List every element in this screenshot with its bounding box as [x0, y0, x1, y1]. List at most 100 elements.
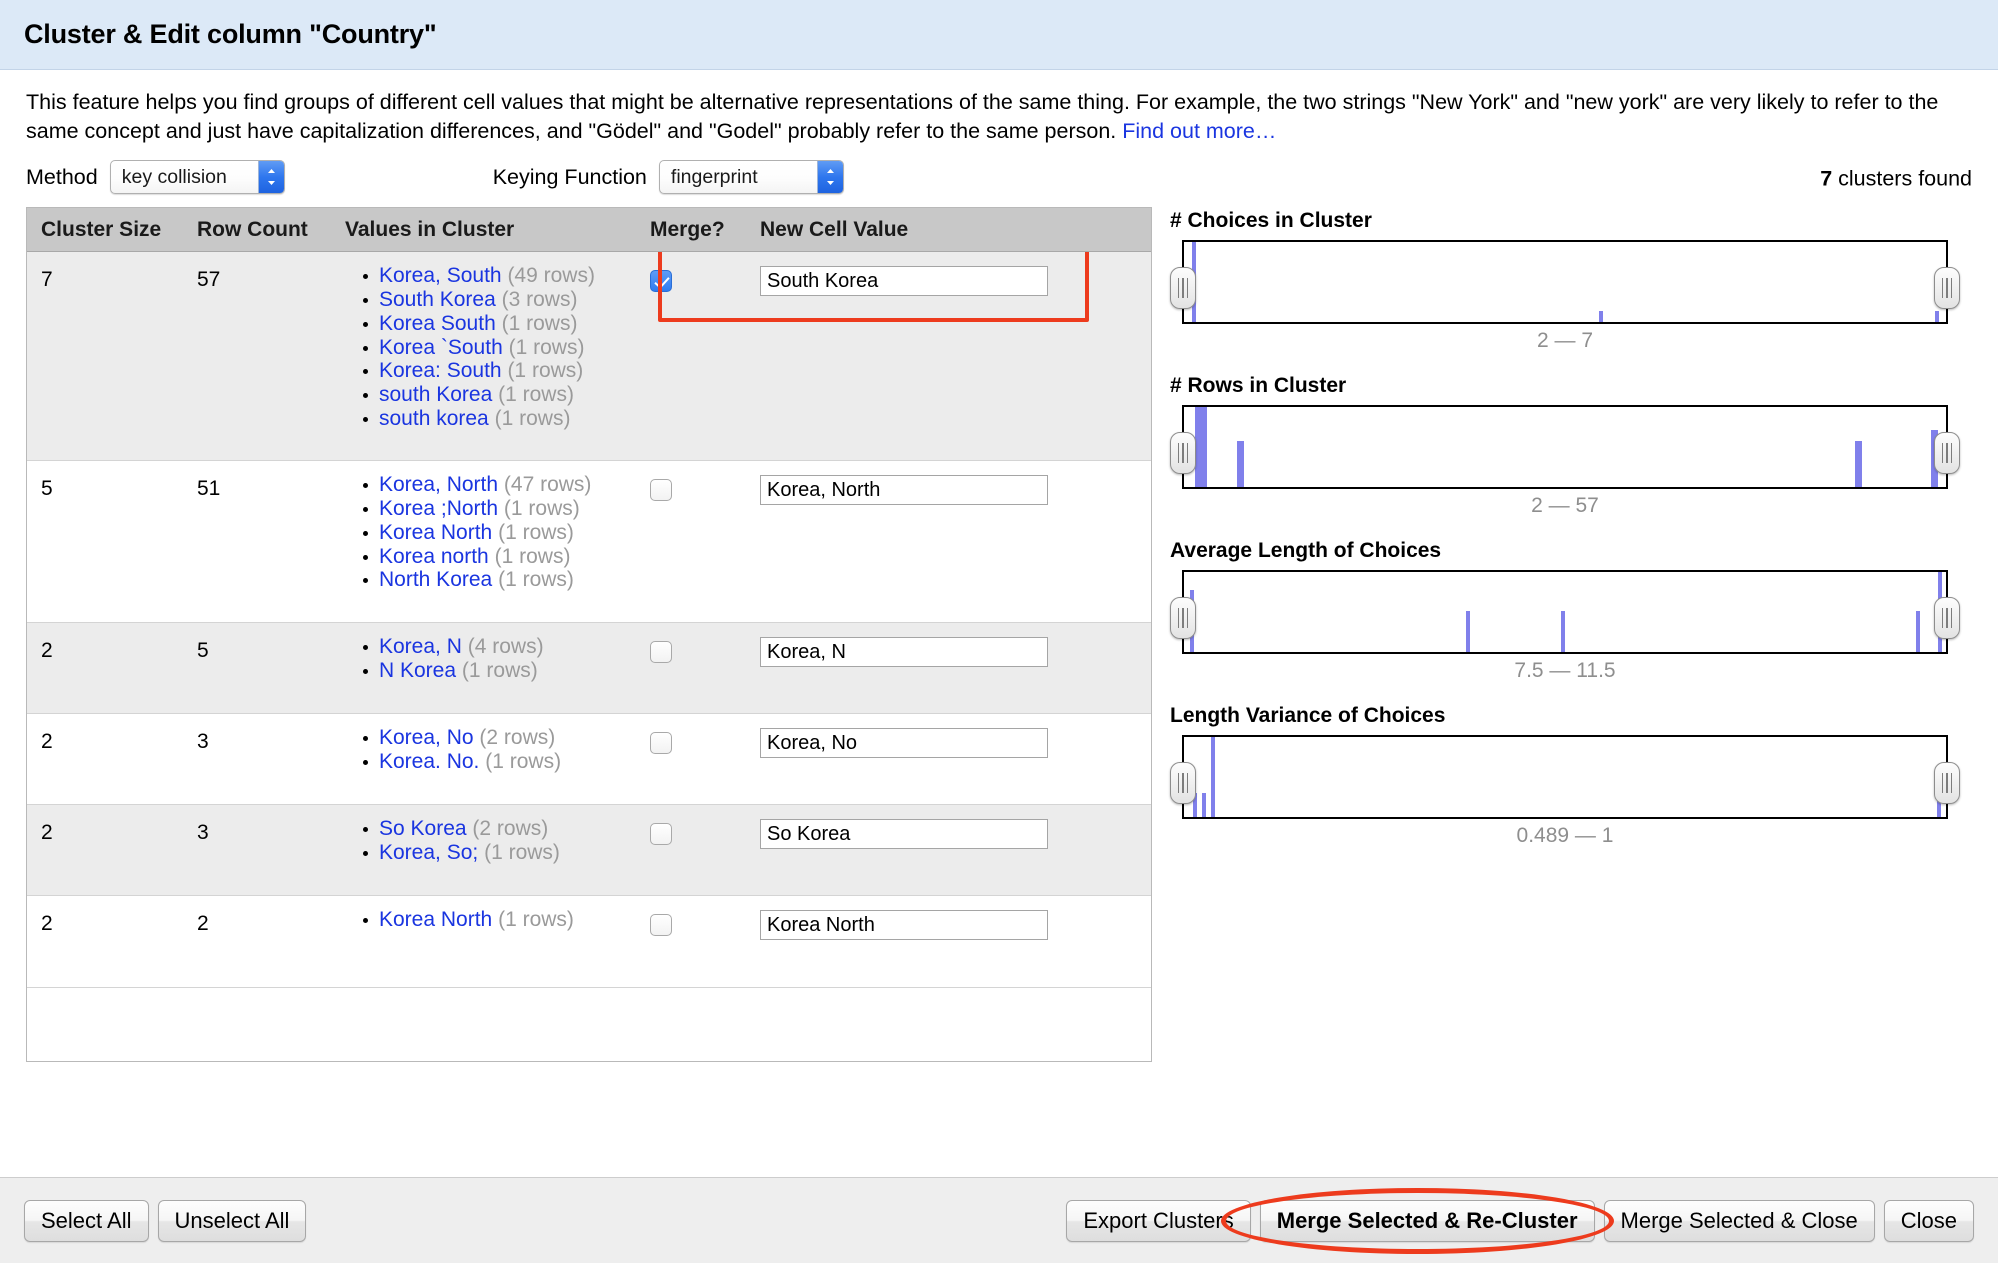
merge-checkbox[interactable] — [650, 732, 672, 755]
cluster-value-item[interactable]: Korea. No. (1 rows) — [363, 750, 650, 774]
cluster-value-row-count: (1 rows) — [498, 383, 574, 407]
range-slider-handle-left[interactable] — [1170, 267, 1196, 310]
cluster-value-row-count: (1 rows) — [501, 311, 578, 335]
merge-selected-close-button[interactable]: Merge Selected & Close — [1603, 1199, 1875, 1242]
cluster-value[interactable]: South Korea — [379, 288, 496, 311]
clusters-found-status: 7 clusters found — [1820, 167, 1972, 192]
range-slider-handle-right[interactable] — [1934, 597, 1960, 640]
cluster-value[interactable]: Korea, N — [379, 635, 462, 658]
cluster-value[interactable]: Korea North — [379, 521, 492, 544]
facets-panel: # Choices in Cluster 2 — 7 # Rows in Clust… — [1170, 207, 1960, 1062]
cluster-value-item[interactable]: Korea ;North (1 rows) — [363, 497, 650, 521]
histogram-bar — [1915, 610, 1920, 653]
method-label: Method — [26, 164, 98, 189]
cluster-value-row-count: (1 rows) — [494, 544, 571, 568]
dialog-title-bar: Cluster & Edit column "Country" — [0, 0, 1998, 70]
cluster-value-item[interactable]: south korea (1 rows) — [363, 407, 650, 431]
cell-new-cell-value — [760, 714, 1151, 804]
range-slider-handle-right[interactable] — [1934, 432, 1960, 475]
range-slider-handle-left[interactable] — [1170, 597, 1196, 640]
cluster-value[interactable]: Korea, South — [379, 264, 502, 287]
facet-title: # Choices in Cluster — [1170, 209, 1372, 233]
facet-title: # Rows in Cluster — [1170, 374, 1347, 398]
merge-checkbox[interactable] — [650, 914, 672, 937]
cluster-value-item[interactable]: Korea, South (49 rows) — [363, 264, 650, 288]
new-cell-value-input[interactable] — [760, 910, 1048, 941]
new-cell-value-input[interactable] — [760, 819, 1048, 850]
cluster-value[interactable]: North Korea — [379, 568, 492, 591]
cluster-value[interactable]: Korea ;North — [379, 497, 498, 520]
facet-histogram — [1170, 735, 1960, 820]
cluster-value-item[interactable]: Korea, No (2 rows) — [363, 726, 650, 750]
cluster-value-item[interactable]: Korea, So; (1 rows) — [363, 841, 650, 865]
cluster-value-item[interactable]: Korea: South (1 rows) — [363, 359, 650, 383]
new-cell-value-input[interactable] — [760, 637, 1048, 668]
cluster-value-item[interactable]: Korea North (1 rows) — [363, 521, 650, 545]
cluster-value-item[interactable]: South Korea (3 rows) — [363, 288, 650, 312]
cluster-value[interactable]: south Korea — [379, 383, 492, 406]
cluster-value[interactable]: Korea, North — [379, 473, 498, 496]
merge-selected-recluster-button[interactable]: Merge Selected & Re-Cluster — [1259, 1199, 1595, 1242]
cluster-value[interactable]: Korea South — [379, 312, 496, 335]
cluster-value[interactable]: Korea `South — [379, 336, 503, 359]
table-row: 5 51 Korea, North (47 rows) Korea ;North (1… — [27, 461, 1151, 624]
cluster-value[interactable]: Korea north — [379, 545, 489, 568]
cell-cluster-size: 2 — [41, 821, 53, 845]
merge-checkbox[interactable] — [650, 270, 672, 293]
description-text: This feature helps you find groups of di… — [26, 90, 1939, 143]
range-slider-handle-left[interactable] — [1170, 432, 1196, 475]
cluster-value-item[interactable]: Korea, North (47 rows) — [363, 473, 650, 497]
facet-title: Length Variance of Choices — [1170, 704, 1446, 728]
method-select[interactable]: key collision — [109, 160, 285, 195]
select-all-button[interactable]: Select All — [24, 1199, 149, 1242]
facet-range-label: 2 — 57 — [1531, 494, 1599, 518]
chevron-updown-icon — [257, 161, 284, 194]
merge-checkbox[interactable] — [650, 479, 672, 502]
cluster-value-item[interactable]: North Korea (1 rows) — [363, 568, 650, 592]
cluster-value[interactable]: Korea. No. — [379, 750, 479, 773]
cluster-value[interactable]: south korea — [379, 407, 489, 430]
cluster-value-item[interactable]: south Korea (1 rows) — [363, 383, 650, 407]
cluster-value-row-count: (2 rows) — [472, 817, 549, 841]
header-new-cell-value: New Cell Value — [760, 217, 909, 241]
dialog-footer: Select All Unselect All Export Clusters … — [0, 1177, 1998, 1263]
range-slider-handle-right[interactable] — [1934, 762, 1960, 805]
keying-function-select[interactable]: fingerprint — [658, 160, 844, 195]
cluster-value-item[interactable]: Korea north (1 rows) — [363, 545, 650, 569]
cluster-value-item[interactable]: So Korea (2 rows) — [363, 817, 650, 841]
cluster-value-row-count: (4 rows) — [467, 635, 544, 659]
new-cell-value-input[interactable] — [760, 728, 1048, 759]
cluster-value-item[interactable]: Korea South (1 rows) — [363, 312, 650, 336]
cell-merge — [650, 461, 760, 622]
cluster-value[interactable]: Korea North — [379, 908, 492, 931]
merge-checkbox[interactable] — [650, 823, 672, 846]
new-cell-value-input[interactable] — [760, 266, 1048, 297]
close-button[interactable]: Close — [1883, 1199, 1974, 1242]
find-out-more-link[interactable]: Find out more… — [1122, 119, 1276, 143]
histogram-bar — [1465, 610, 1470, 653]
new-cell-value-input[interactable] — [760, 475, 1048, 506]
cluster-value[interactable]: Korea: South — [379, 359, 502, 382]
cluster-value[interactable]: Korea, No — [379, 726, 474, 749]
unselect-all-button[interactable]: Unselect All — [157, 1199, 307, 1242]
cluster-value[interactable]: So Korea — [379, 817, 467, 840]
clusters-table-panel[interactable]: Cluster Size Row Count Values in Cluster… — [26, 207, 1152, 1063]
range-slider-handle-left[interactable] — [1170, 762, 1196, 805]
cluster-value-item[interactable]: Korea `South (1 rows) — [363, 336, 650, 360]
cluster-value-row-count: (1 rows) — [507, 359, 584, 383]
header-cluster-size: Cluster Size — [41, 217, 162, 241]
cell-merge — [650, 623, 760, 713]
export-clusters-button[interactable]: Export Clusters — [1066, 1199, 1251, 1242]
dialog-title: Cluster & Edit column "Country" — [24, 19, 437, 49]
histogram-plot-area — [1182, 735, 1948, 820]
cluster-value[interactable]: N Korea — [379, 659, 456, 682]
cluster-value[interactable]: Korea, So; — [379, 841, 478, 864]
cell-new-cell-value — [760, 252, 1151, 460]
cluster-value-item[interactable]: Korea North (1 rows) — [363, 908, 650, 932]
cell-merge — [650, 896, 760, 987]
range-slider-handle-right[interactable] — [1934, 267, 1960, 310]
cluster-value-item[interactable]: N Korea (1 rows) — [363, 659, 650, 683]
histogram-plot-area — [1182, 405, 1948, 490]
merge-checkbox[interactable] — [650, 641, 672, 664]
cluster-value-item[interactable]: Korea, N (4 rows) — [363, 635, 650, 659]
